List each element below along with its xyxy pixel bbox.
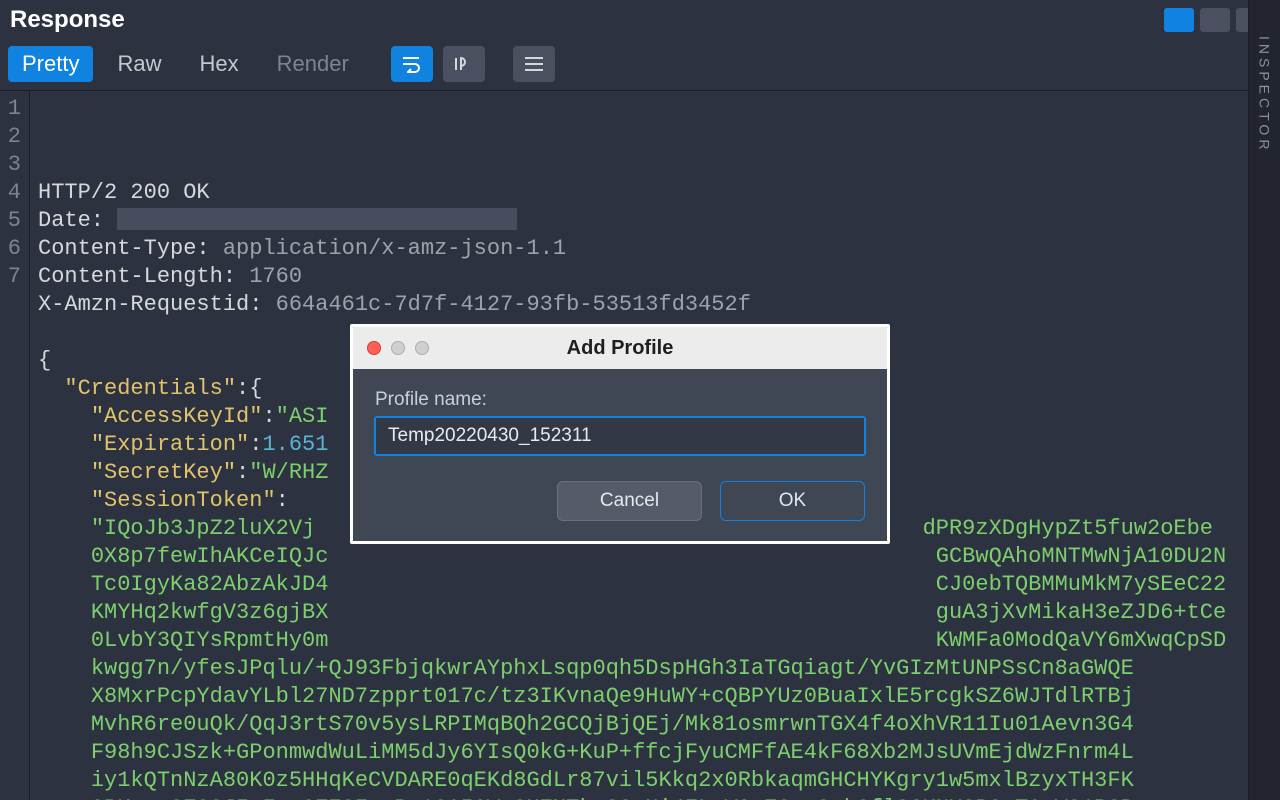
show-nonprinting-button[interactable] — [443, 46, 485, 82]
inspector-rail[interactable]: INSPECTOR — [1248, 0, 1280, 800]
tab-pretty[interactable]: Pretty — [8, 46, 93, 82]
tab-hex[interactable]: Hex — [185, 46, 252, 82]
hamburger-icon — [525, 57, 543, 71]
tab-render[interactable]: Render — [263, 46, 363, 82]
hamburger-menu-button[interactable] — [513, 46, 555, 82]
header-view-btn-2[interactable] — [1200, 8, 1230, 32]
response-body-viewer[interactable]: 1 2 3 4 5 6 7 HTTP/2 200 OK Date: Conten… — [0, 91, 1280, 800]
inspector-label: INSPECTOR — [1257, 36, 1273, 153]
panel-title: Response — [10, 6, 125, 34]
response-panel-header: Response — [0, 0, 1280, 40]
line-gutter: 1 2 3 4 5 6 7 — [0, 91, 30, 800]
response-text: HTTP/2 200 OK Date: Content-Type: applic… — [38, 179, 1226, 800]
wrap-lines-button[interactable] — [391, 46, 433, 82]
tab-raw[interactable]: Raw — [103, 46, 175, 82]
header-view-btn-1[interactable] — [1164, 8, 1194, 32]
response-toolbar: Pretty Raw Hex Render — [0, 40, 1280, 91]
